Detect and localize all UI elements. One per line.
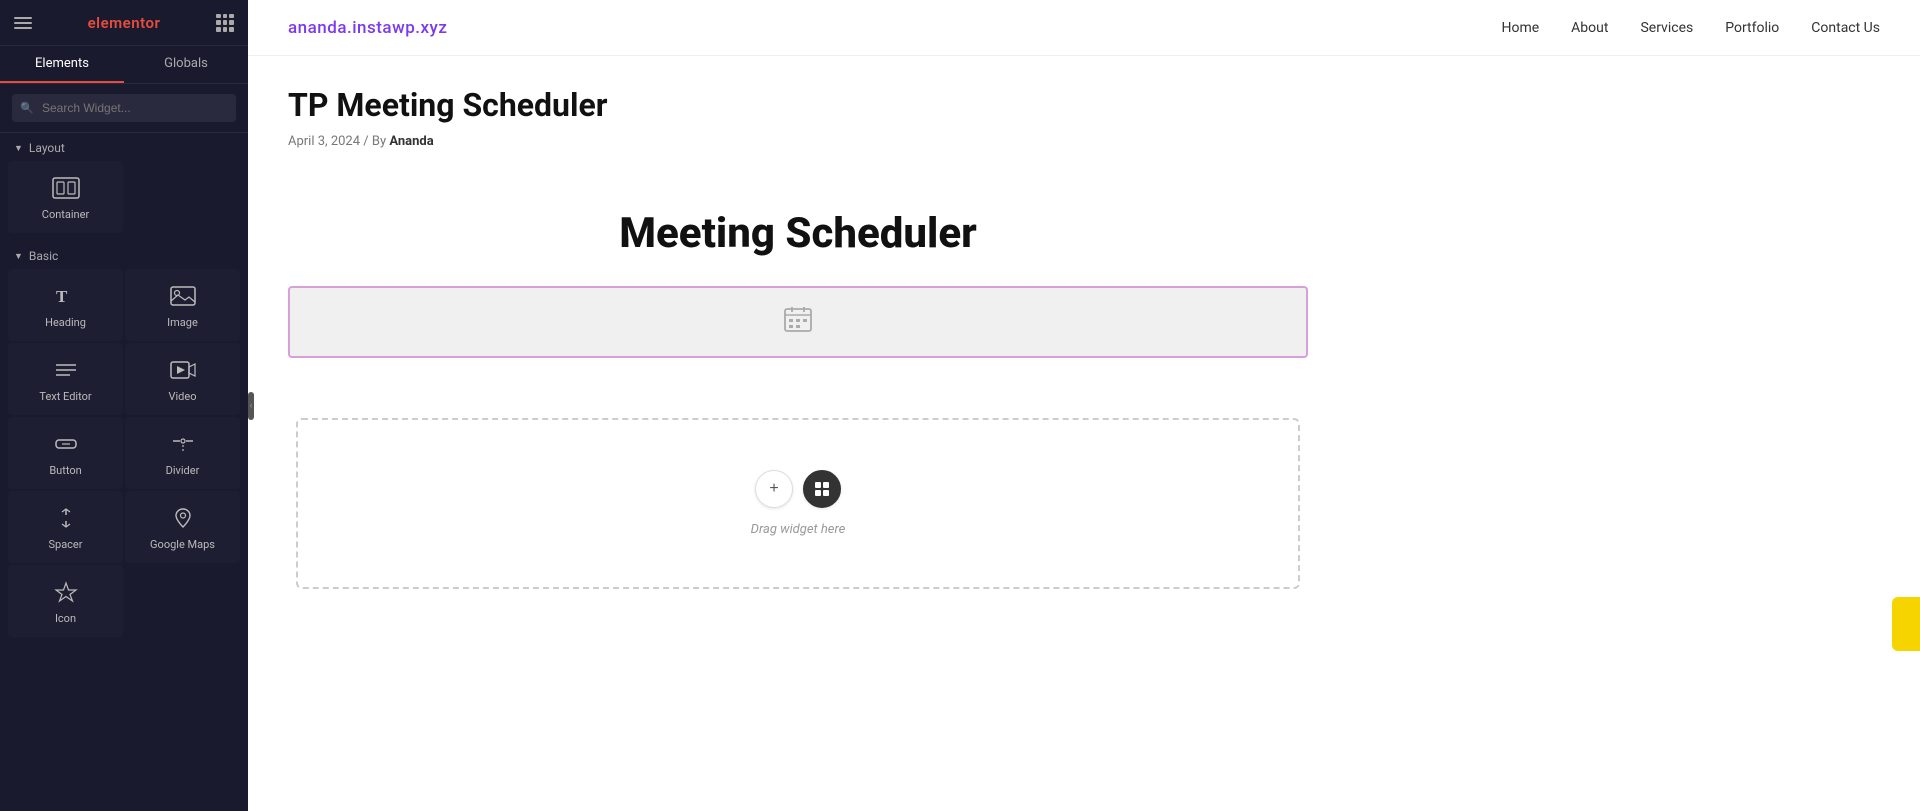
grid-icon[interactable] [216, 14, 234, 32]
tab-elements[interactable]: Elements [0, 46, 124, 83]
heading-icon: T [52, 285, 80, 310]
widget-heading[interactable]: T Heading [8, 269, 123, 341]
post-author: Ananda [389, 134, 433, 149]
button-icon [52, 433, 80, 458]
resize-handle-inner: ‹ [248, 392, 254, 420]
widget-icon[interactable]: Icon [8, 565, 123, 637]
spacer-icon [52, 507, 80, 532]
resize-handle[interactable]: ‹ [248, 0, 254, 811]
button-label: Button [49, 464, 81, 477]
sidebar: elementor Elements Globals ▼ Layout [0, 0, 248, 811]
layout-widget-grid: Container [0, 161, 248, 241]
nav-services[interactable]: Services [1640, 20, 1693, 36]
image-icon [169, 285, 197, 310]
widget-spacer[interactable]: Spacer [8, 491, 123, 563]
sidebar-topbar: elementor [0, 0, 248, 46]
widget-button[interactable]: Button [8, 417, 123, 489]
drop-zone: + Drag widget here [296, 418, 1300, 589]
post-date: April 3, 2024 [288, 134, 360, 149]
elementor-logo: elementor [88, 14, 161, 32]
nav-portfolio[interactable]: Portfolio [1725, 20, 1779, 36]
widget-google-maps[interactable]: Google Maps [125, 491, 240, 563]
nav-contact-us[interactable]: Contact Us [1811, 20, 1880, 36]
main-content: ananda.instawp.xyz Home About Services P… [248, 0, 1920, 811]
google-maps-icon [169, 507, 197, 532]
basic-arrow-icon: ▼ [14, 251, 23, 262]
icon-label: Icon [55, 612, 76, 625]
post-title: TP Meeting Scheduler [288, 86, 1308, 124]
divider-label: Divider [166, 464, 200, 477]
google-maps-label: Google Maps [150, 538, 215, 551]
floating-button[interactable] [1892, 597, 1920, 651]
tab-globals[interactable]: Globals [124, 46, 248, 83]
settings-button[interactable] [803, 470, 841, 508]
video-label: Video [169, 390, 197, 403]
nav-logo: ananda.instawp.xyz [288, 18, 447, 38]
layout-section-label: Layout [29, 141, 65, 155]
sidebar-content: ▼ Layout Container ▼ Basic [0, 133, 248, 811]
calendar-widget-area[interactable] [288, 286, 1308, 358]
widget-image[interactable]: Image [125, 269, 240, 341]
basic-section-label: Basic [29, 249, 58, 263]
search-input[interactable] [12, 94, 236, 122]
post-meta: April 3, 2024 / By Ananda [288, 134, 1308, 149]
post-meta-separator: / By [363, 134, 389, 149]
calendar-icon [784, 306, 812, 338]
svg-text:T: T [56, 287, 68, 306]
basic-widget-grid: T Heading Image [0, 269, 248, 645]
drop-zone-actions: + [755, 470, 841, 508]
layout-section-header[interactable]: ▼ Layout [0, 133, 248, 161]
nav-about[interactable]: About [1571, 20, 1608, 36]
nav-home[interactable]: Home [1501, 20, 1539, 36]
page-content: TP Meeting Scheduler April 3, 2024 / By … [248, 56, 1348, 649]
text-editor-label: Text Editor [39, 390, 91, 403]
basic-section-header[interactable]: ▼ Basic [0, 241, 248, 269]
widget-divider[interactable]: Divider [125, 417, 240, 489]
top-nav: ananda.instawp.xyz Home About Services P… [248, 0, 1920, 56]
widget-container[interactable]: Container [8, 161, 123, 233]
sidebar-tabs: Elements Globals [0, 46, 248, 84]
widget-video[interactable]: Video [125, 343, 240, 415]
search-area [0, 84, 248, 133]
hamburger-icon[interactable] [14, 17, 32, 29]
divider-icon [169, 433, 197, 458]
video-icon [169, 359, 197, 384]
layout-arrow-icon: ▼ [14, 143, 23, 154]
drop-zone-text: Drag widget here [751, 522, 846, 537]
image-label: Image [167, 316, 198, 329]
nav-links: Home About Services Portfolio Contact Us [1501, 20, 1880, 36]
icon-widget-icon [52, 581, 80, 606]
container-label: Container [42, 208, 89, 221]
page-heading: Meeting Scheduler [288, 209, 1308, 258]
add-widget-button[interactable]: + [755, 470, 793, 508]
spacer-label: Spacer [48, 538, 82, 551]
container-icon [52, 177, 80, 202]
text-editor-icon [52, 359, 80, 384]
heading-label: Heading [45, 316, 86, 329]
widget-text-editor[interactable]: Text Editor [8, 343, 123, 415]
